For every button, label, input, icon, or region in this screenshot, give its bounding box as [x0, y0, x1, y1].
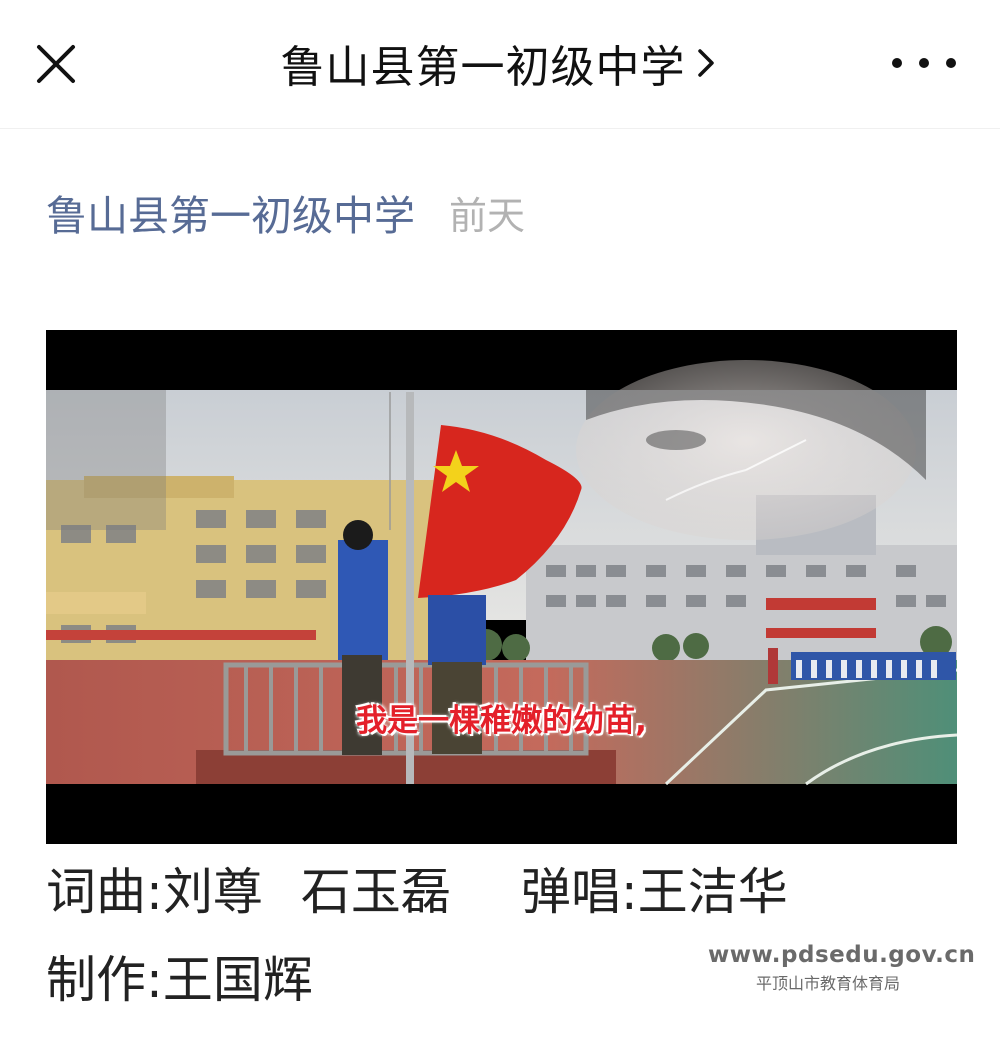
lyrics-label: 词曲:: [46, 863, 163, 921]
account-name-link[interactable]: 鲁山县第一初级中学: [46, 182, 415, 242]
credit-line-2: 制作:王国辉: [46, 940, 313, 1012]
watermark-url: www.pdsedu.gov.cn: [708, 942, 976, 968]
more-options-button[interactable]: [892, 48, 956, 78]
video-frame: [46, 330, 957, 844]
singer-label: 弹唱:: [520, 863, 638, 921]
watermark-org: 平顶山市教育体育局: [755, 974, 900, 993]
close-button[interactable]: [30, 38, 82, 90]
video-subtitle: 我是一棵稚嫩的幼苗,: [356, 703, 647, 739]
post-meta: 鲁山县第一初级中学 前天: [46, 182, 525, 242]
singer-name: 王洁华: [637, 863, 788, 921]
producer-name: 王国辉: [162, 951, 313, 1009]
page-title: 鲁山县第一初级中学: [280, 42, 686, 93]
producer-label: 制作:: [46, 951, 163, 1009]
chevron-right-icon: [697, 49, 714, 77]
lyrics-name-2: 石玉磊: [300, 863, 451, 921]
video-player[interactable]: 我是一棵稚嫩的幼苗,: [46, 330, 957, 844]
lyrics-name-1: 刘尊: [162, 863, 263, 921]
more-horizontal-icon: [892, 58, 902, 68]
close-icon: [37, 45, 75, 83]
post-time: 前天: [449, 193, 526, 238]
top-navigation-bar: 鲁山县第一初级中学: [0, 0, 1000, 129]
account-title-link[interactable]: 鲁山县第一初级中学: [160, 32, 840, 94]
credit-line-1: 词曲:刘尊 石玉磊 弹唱:王洁华: [46, 852, 788, 924]
watermark: www.pdsedu.gov.cn 平顶山市教育体育局: [708, 942, 976, 994]
